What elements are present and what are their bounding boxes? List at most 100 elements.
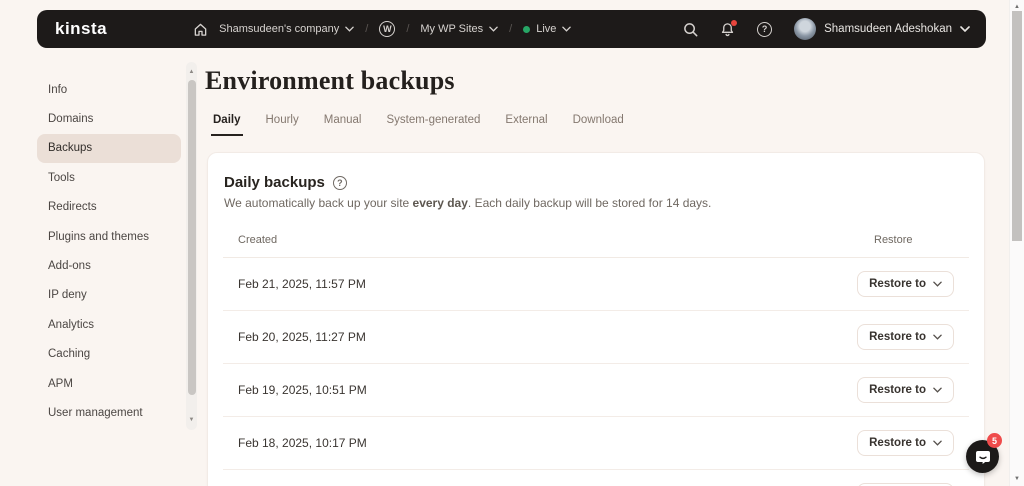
live-status-dot [523, 25, 531, 33]
backup-tabs: Daily Hourly Manual System-generated Externa… [211, 114, 626, 136]
sidebar-item-caching[interactable]: Caching [37, 340, 181, 369]
sidebar-item-plugins-and-themes[interactable]: Plugins and themes [37, 222, 181, 251]
sidebar-item-label: Redirects [48, 201, 97, 214]
user-name: Shamsudeen Adeshokan [824, 23, 952, 35]
tab-label: External [505, 114, 548, 126]
sidebar-item-label: IP deny [48, 289, 87, 302]
tab-hourly[interactable]: Hourly [264, 114, 301, 136]
scroll-down-arrow-icon[interactable]: ▼ [1010, 475, 1024, 483]
restore-to-button[interactable]: Restore to [857, 377, 954, 403]
company-name: Shamsudeen's company [219, 23, 340, 35]
sidebar-item-label: User management [48, 406, 143, 419]
sidebar-item-backups[interactable]: Backups [37, 133, 181, 164]
backup-created-date: Feb 18, 2025, 10:17 PM [238, 436, 367, 450]
table-body: Feb 21, 2025, 11:57 PM Restore to Feb 20… [223, 258, 969, 486]
notification-dot [731, 19, 738, 26]
chevron-down-icon [933, 281, 942, 287]
environment-selector[interactable]: Live [523, 23, 572, 35]
page-scrollbar-thumb[interactable] [1012, 11, 1022, 241]
sidebar-item-label: APM [48, 377, 73, 390]
sidebar-nav: Info Domains Backups Tools Redirects Plu… [37, 75, 181, 428]
chevron-down-icon [933, 387, 942, 393]
restore-to-label: Restore to [869, 437, 926, 449]
sidebar-item-domains[interactable]: Domains [37, 104, 181, 133]
scroll-down-arrow-icon[interactable]: ▼ [186, 416, 197, 424]
table-row: Feb 17, 2025, 9:56 PM Restore to [223, 470, 969, 486]
tab-external[interactable]: External [503, 114, 549, 136]
table-header: Created Restore [223, 226, 969, 258]
page-scrollbar[interactable]: ▲ ▼ [1009, 0, 1024, 486]
restore-to-label: Restore to [869, 384, 926, 396]
chat-launcher[interactable]: 5 [966, 433, 1002, 473]
scroll-up-arrow-icon[interactable]: ▲ [186, 68, 197, 76]
chat-unread-badge: 5 [987, 433, 1002, 448]
sidebar-item-analytics[interactable]: Analytics [37, 310, 181, 339]
sidebar-item-user-management[interactable]: User management [37, 398, 181, 427]
sidebar-item-redirects[interactable]: Redirects [37, 193, 181, 222]
kinsta-logo[interactable]: kinsta [55, 19, 107, 39]
backup-created-date: Feb 21, 2025, 11:57 PM [238, 277, 366, 291]
sidebar-item-label: Caching [48, 348, 91, 361]
tab-label: System-generated [386, 114, 481, 126]
sidebar-item-label: Analytics [48, 318, 95, 331]
sidebar-scrollbar-thumb[interactable] [187, 80, 196, 395]
sidebar-item-label: Domains [48, 113, 94, 126]
top-navbar: kinsta Shamsudeen's company / W / My WP … [37, 10, 986, 48]
backup-created-date: Feb 19, 2025, 10:51 PM [238, 383, 367, 397]
column-restore: Restore [874, 234, 913, 246]
tab-system-generated[interactable]: System-generated [384, 114, 482, 136]
tab-label: Manual [323, 114, 362, 126]
restore-to-button[interactable]: Restore to [857, 271, 954, 297]
sidebar-item-ip-deny[interactable]: IP deny [37, 281, 181, 310]
breadcrumb-separator: / [365, 23, 369, 35]
sidebar-item-info[interactable]: Info [37, 75, 181, 104]
sidebar-item-apm[interactable]: APM [37, 369, 181, 398]
site-selector[interactable]: My WP Sites [420, 23, 498, 35]
help-icon[interactable]: ? [332, 175, 347, 190]
user-menu[interactable]: Shamsudeen Adeshokan [794, 18, 970, 40]
sidebar-scrollbar[interactable]: ▲ ▼ [186, 62, 197, 430]
restore-to-label: Restore to [869, 278, 926, 290]
chevron-down-icon [345, 26, 355, 32]
search-icon[interactable] [683, 22, 698, 37]
table-row: Feb 19, 2025, 10:51 PM Restore to [223, 364, 969, 417]
chat-icon [975, 450, 990, 464]
chevron-down-icon [562, 26, 572, 32]
chevron-down-icon [489, 26, 498, 32]
sidebar-item-label: Info [48, 83, 68, 96]
chevron-down-icon [960, 26, 970, 32]
home-icon[interactable] [193, 22, 208, 37]
tab-label: Download [572, 114, 624, 126]
wordpress-icon[interactable]: W [379, 21, 396, 37]
notifications-bell-icon[interactable] [720, 19, 738, 37]
sidebar-item-label: Add-ons [48, 260, 91, 273]
restore-to-button[interactable]: Restore to [857, 430, 954, 456]
breadcrumb-separator: / [406, 23, 410, 35]
breadcrumb: Shamsudeen's company / W / My WP Sites /… [193, 21, 572, 37]
tab-manual[interactable]: Manual [322, 114, 364, 136]
restore-to-button[interactable]: Restore to [857, 324, 954, 350]
tab-label: Daily [213, 114, 241, 126]
breadcrumb-separator: / [509, 23, 513, 35]
kinsta-dashboard: kinsta Shamsudeen's company / W / My WP … [0, 0, 1024, 486]
environment-name: Live [536, 23, 557, 35]
card-description: We automatically back up your site every… [224, 196, 712, 210]
backup-created-date: Feb 20, 2025, 11:27 PM [238, 330, 366, 344]
sidebar-item-tools[interactable]: Tools [37, 163, 181, 192]
site-name: My WP Sites [420, 23, 484, 35]
table-row: Feb 21, 2025, 11:57 PM Restore to [223, 258, 969, 311]
sidebar-item-label: Tools [48, 171, 75, 184]
scroll-up-arrow-icon[interactable]: ▲ [1010, 3, 1024, 11]
company-selector[interactable]: Shamsudeen's company [219, 23, 355, 35]
chevron-down-icon [933, 334, 942, 340]
help-icon[interactable]: ? [757, 21, 773, 37]
tab-download[interactable]: Download [571, 114, 626, 136]
card-header: Daily backups ? [208, 153, 984, 191]
sidebar-item-label: Backups [48, 142, 93, 155]
restore-to-label: Restore to [869, 331, 926, 343]
avatar [794, 18, 817, 40]
sidebar-item-add-ons[interactable]: Add-ons [37, 251, 181, 280]
card-title: Daily backups [224, 174, 325, 191]
backups-table: Created Restore Feb 21, 2025, 11:57 PM R… [223, 226, 969, 486]
tab-daily[interactable]: Daily [211, 114, 243, 136]
